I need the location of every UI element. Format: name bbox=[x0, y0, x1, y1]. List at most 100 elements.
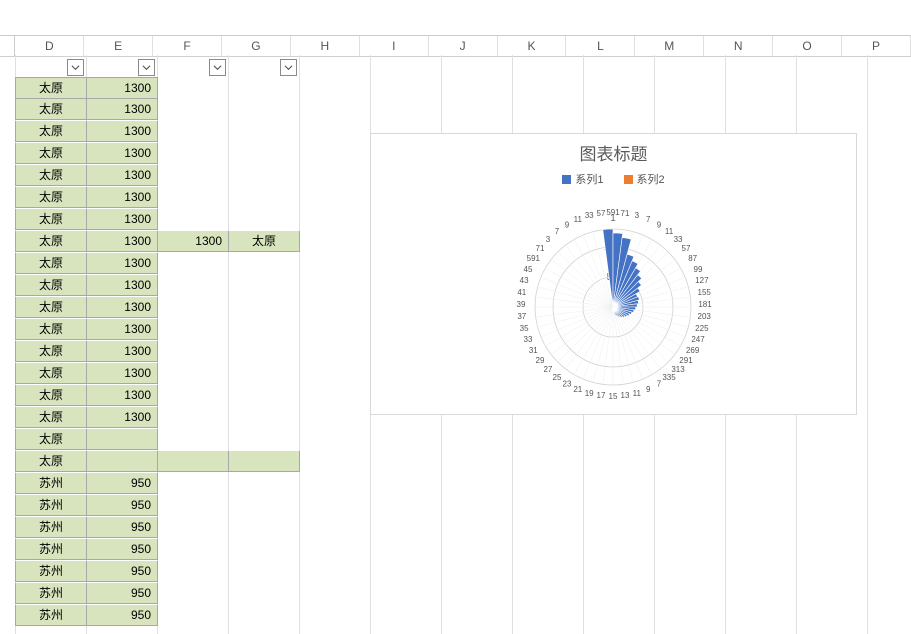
cell-d[interactable]: 太原 bbox=[15, 407, 87, 428]
cell-e[interactable]: 1300 bbox=[87, 385, 158, 406]
cell-e[interactable]: 1300 bbox=[87, 143, 158, 164]
cell-e[interactable]: 1300 bbox=[87, 319, 158, 340]
embedded-chart[interactable]: 图表标题 系列1 系列2 500100015917137911335787991… bbox=[370, 133, 857, 415]
column-header-N[interactable]: N bbox=[704, 36, 773, 56]
cell-d[interactable]: 苏州 bbox=[15, 495, 87, 516]
cell-e[interactable] bbox=[87, 429, 158, 450]
table-row[interactable]: 太原1300 bbox=[15, 407, 158, 428]
table-row[interactable]: 太原 bbox=[15, 429, 158, 450]
cell-d[interactable]: 苏州 bbox=[15, 517, 87, 538]
column-header-O[interactable]: O bbox=[773, 36, 842, 56]
cell-d[interactable]: 太原 bbox=[15, 275, 87, 296]
cell-d[interactable]: 太原 bbox=[15, 319, 87, 340]
svg-text:181: 181 bbox=[698, 300, 712, 309]
table-row[interactable]: 苏州950 bbox=[15, 517, 158, 538]
cell-d[interactable]: 苏州 bbox=[15, 583, 87, 604]
cell-d[interactable]: 苏州 bbox=[15, 561, 87, 582]
cell-e[interactable]: 950 bbox=[87, 605, 158, 626]
table-row[interactable]: 苏州950 bbox=[15, 583, 158, 604]
cell-d[interactable]: 太原 bbox=[15, 99, 87, 120]
table-row[interactable]: 苏州950 bbox=[15, 605, 158, 626]
column-header-M[interactable]: M bbox=[635, 36, 704, 56]
table-row[interactable]: 苏州950 bbox=[15, 495, 158, 516]
cell-e[interactable]: 1300 bbox=[87, 297, 158, 318]
table-row[interactable]: 太原1300 bbox=[15, 319, 158, 340]
cell-d[interactable]: 太原 bbox=[15, 451, 87, 472]
table-row[interactable]: 苏州950 bbox=[15, 473, 158, 494]
column-header-P[interactable]: P bbox=[842, 36, 911, 56]
cell-d[interactable]: 太原 bbox=[15, 77, 87, 99]
column-header-D[interactable]: D bbox=[15, 36, 84, 56]
cell-e[interactable]: 1300 bbox=[87, 341, 158, 362]
cell-e[interactable]: 1300 bbox=[87, 99, 158, 120]
svg-text:33: 33 bbox=[524, 335, 533, 344]
cell-d[interactable]: 苏州 bbox=[15, 473, 87, 494]
column-header-J[interactable]: J bbox=[429, 36, 498, 56]
table-row[interactable]: 太原1300 bbox=[15, 253, 158, 274]
cell-e[interactable]: 1300 bbox=[87, 209, 158, 230]
cell-d[interactable]: 太原 bbox=[15, 209, 87, 230]
cell-f[interactable]: 1300 bbox=[158, 231, 229, 252]
cell-e[interactable]: 1300 bbox=[87, 187, 158, 208]
cell-e[interactable]: 1300 bbox=[87, 231, 158, 252]
table-row[interactable]: 苏州950 bbox=[15, 539, 158, 560]
cell-e[interactable]: 950 bbox=[87, 583, 158, 604]
column-header-K[interactable]: K bbox=[498, 36, 567, 56]
cell-e[interactable]: 1300 bbox=[87, 77, 158, 99]
cell-e[interactable]: 950 bbox=[87, 495, 158, 516]
column-header-H[interactable]: H bbox=[291, 36, 360, 56]
cell-d[interactable]: 太原 bbox=[15, 121, 87, 142]
cell-d[interactable]: 太原 bbox=[15, 385, 87, 406]
table-row[interactable]: 太原1300 bbox=[15, 209, 158, 230]
column-header-E[interactable]: E bbox=[84, 36, 153, 56]
filter-button-G[interactable] bbox=[280, 59, 297, 76]
cell-d[interactable]: 苏州 bbox=[15, 605, 87, 626]
table-row[interactable]: 太原13001300太原 bbox=[15, 231, 300, 252]
column-header-G[interactable]: G bbox=[222, 36, 291, 56]
cell-grid[interactable]: 太原1300太原1300太原1300太原1300太原1300太原1300太原13… bbox=[0, 55, 911, 634]
cell-d[interactable]: 太原 bbox=[15, 297, 87, 318]
cell-e[interactable]: 1300 bbox=[87, 363, 158, 384]
column-header-L[interactable]: L bbox=[566, 36, 635, 56]
table-row[interactable]: 太原1300 bbox=[15, 341, 158, 362]
cell-e[interactable]: 950 bbox=[87, 473, 158, 494]
cell-d[interactable]: 苏州 bbox=[15, 539, 87, 560]
cell-d[interactable]: 太原 bbox=[15, 429, 87, 450]
table-row[interactable]: 太原1300 bbox=[15, 121, 158, 142]
cell-f[interactable] bbox=[158, 451, 229, 472]
cell-e[interactable]: 1300 bbox=[87, 407, 158, 428]
table-row[interactable]: 太原1300 bbox=[15, 77, 158, 98]
cell-g[interactable]: 太原 bbox=[229, 231, 300, 252]
cell-e[interactable]: 1300 bbox=[87, 275, 158, 296]
cell-e[interactable]: 1300 bbox=[87, 165, 158, 186]
cell-e[interactable]: 1300 bbox=[87, 253, 158, 274]
table-row[interactable]: 太原1300 bbox=[15, 297, 158, 318]
table-row[interactable]: 太原1300 bbox=[15, 99, 158, 120]
cell-e[interactable]: 950 bbox=[87, 539, 158, 560]
cell-g[interactable] bbox=[229, 451, 300, 472]
column-header-F[interactable]: F bbox=[153, 36, 222, 56]
filter-button-F[interactable] bbox=[209, 59, 226, 76]
table-row[interactable]: 太原1300 bbox=[15, 143, 158, 164]
table-row[interactable]: 太原1300 bbox=[15, 385, 158, 406]
cell-d[interactable]: 太原 bbox=[15, 341, 87, 362]
cell-d[interactable]: 太原 bbox=[15, 253, 87, 274]
table-row[interactable]: 太原1300 bbox=[15, 275, 158, 296]
cell-e[interactable]: 950 bbox=[87, 561, 158, 582]
cell-e[interactable]: 1300 bbox=[87, 121, 158, 142]
cell-d[interactable]: 太原 bbox=[15, 363, 87, 384]
cell-d[interactable]: 太原 bbox=[15, 231, 87, 252]
filter-button-D[interactable] bbox=[67, 59, 84, 76]
cell-e[interactable]: 950 bbox=[87, 517, 158, 538]
table-row[interactable]: 太原1300 bbox=[15, 165, 158, 186]
cell-d[interactable]: 太原 bbox=[15, 143, 87, 164]
cell-d[interactable]: 太原 bbox=[15, 187, 87, 208]
cell-d[interactable]: 太原 bbox=[15, 165, 87, 186]
table-row[interactable]: 苏州950 bbox=[15, 561, 158, 582]
column-header-I[interactable]: I bbox=[360, 36, 429, 56]
cell-e[interactable] bbox=[87, 451, 158, 472]
table-row[interactable]: 太原 bbox=[15, 451, 300, 472]
table-row[interactable]: 太原1300 bbox=[15, 363, 158, 384]
table-row[interactable]: 太原1300 bbox=[15, 187, 158, 208]
filter-button-E[interactable] bbox=[138, 59, 155, 76]
